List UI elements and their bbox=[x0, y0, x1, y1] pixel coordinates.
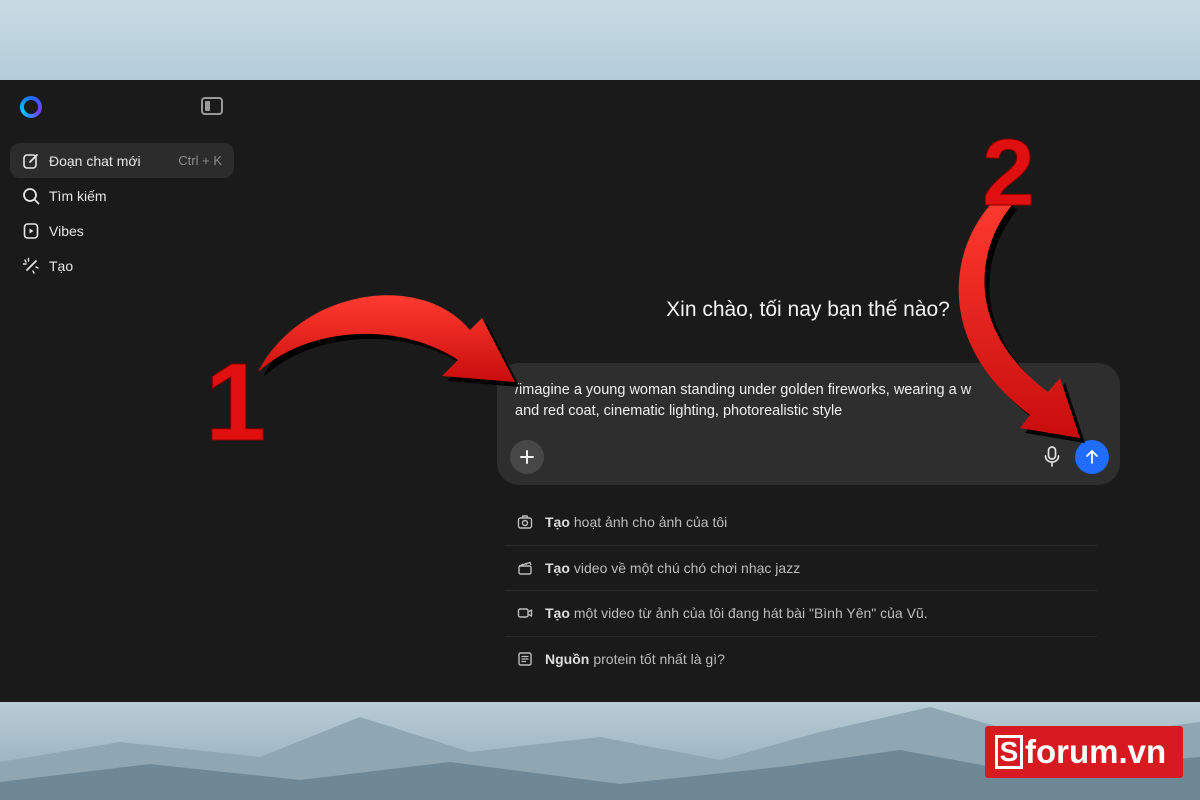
magic-wand-icon bbox=[22, 257, 40, 275]
chat-app-window: Đoạn chat mới Ctrl + K Tìm kiếm Vibes Tạ… bbox=[0, 80, 1200, 702]
sidebar-item-label: Đoạn chat mới bbox=[49, 152, 141, 169]
greeting-title: Xin chào, tối nay bạn thế nào? bbox=[666, 298, 950, 321]
app-logo-icon[interactable] bbox=[20, 96, 42, 118]
sforum-watermark: S forum.vn bbox=[985, 726, 1183, 778]
microphone-button[interactable] bbox=[1041, 445, 1063, 469]
camera-animate-icon bbox=[517, 514, 533, 530]
suggestion-verb: Tạo bbox=[545, 514, 570, 531]
video-camera-icon bbox=[517, 605, 533, 621]
suggestion-text: protein tốt nhất là gì? bbox=[593, 651, 725, 668]
play-icon bbox=[22, 222, 40, 240]
sforum-text: forum.vn bbox=[1025, 733, 1167, 770]
suggestion-verb: Tạo bbox=[545, 559, 570, 576]
attach-button[interactable] bbox=[510, 440, 544, 474]
microphone-icon bbox=[1044, 446, 1060, 467]
sidebar-toggle-icon[interactable] bbox=[201, 97, 223, 115]
article-icon bbox=[517, 651, 533, 667]
suggestion-verb: Tạo bbox=[545, 605, 570, 622]
suggestion-list: Tạo hoạt ảnh cho ảnh của tôi Tạo video v… bbox=[505, 500, 1097, 682]
sidebar-item-vibes[interactable]: Vibes bbox=[10, 213, 234, 248]
sidebar-item-search[interactable]: Tìm kiếm bbox=[10, 178, 234, 213]
suggestion-item[interactable]: Tạo hoạt ảnh cho ảnh của tôi bbox=[505, 500, 1097, 546]
suggestion-item[interactable]: Tạo một video từ ảnh của tôi đang hát bà… bbox=[505, 591, 1097, 637]
sidebar: Đoạn chat mới Ctrl + K Tìm kiếm Vibes Tạ… bbox=[0, 80, 245, 702]
sidebar-item-new-chat[interactable]: Đoạn chat mới Ctrl + K bbox=[10, 143, 234, 178]
arrow-up-icon bbox=[1086, 450, 1098, 464]
sforum-logo-mark: S bbox=[995, 735, 1023, 769]
sidebar-item-label: Vibes bbox=[49, 222, 84, 239]
suggestion-item[interactable]: Nguồn protein tốt nhất là gì? bbox=[505, 637, 1097, 683]
prompt-composer[interactable]: /imagine a young woman standing under go… bbox=[497, 363, 1120, 485]
suggestion-text: một video từ ảnh của tôi đang hát bài "B… bbox=[573, 605, 928, 622]
sidebar-item-label: Tạo bbox=[49, 257, 74, 274]
background-sky bbox=[0, 0, 1200, 80]
shortcut-hint: Ctrl + K bbox=[178, 153, 222, 168]
plus-icon bbox=[520, 450, 534, 464]
sidebar-item-label: Tìm kiếm bbox=[49, 187, 107, 204]
suggestion-text: hoạt ảnh cho ảnh của tôi bbox=[573, 514, 728, 531]
search-icon bbox=[22, 187, 40, 205]
sidebar-nav: Đoạn chat mới Ctrl + K Tìm kiếm Vibes Tạ… bbox=[10, 143, 234, 283]
prompt-input[interactable]: /imagine a young woman standing under go… bbox=[515, 380, 1075, 422]
clapperboard-icon bbox=[517, 560, 533, 576]
suggestion-verb: Nguồn bbox=[545, 651, 590, 668]
edit-icon bbox=[22, 152, 40, 170]
send-button[interactable] bbox=[1075, 440, 1109, 474]
sidebar-item-create[interactable]: Tạo bbox=[10, 248, 234, 283]
suggestion-text: video về một chú chó chơi nhạc jazz bbox=[573, 559, 801, 576]
suggestion-item[interactable]: Tạo video về một chú chó chơi nhạc jazz bbox=[505, 546, 1097, 591]
